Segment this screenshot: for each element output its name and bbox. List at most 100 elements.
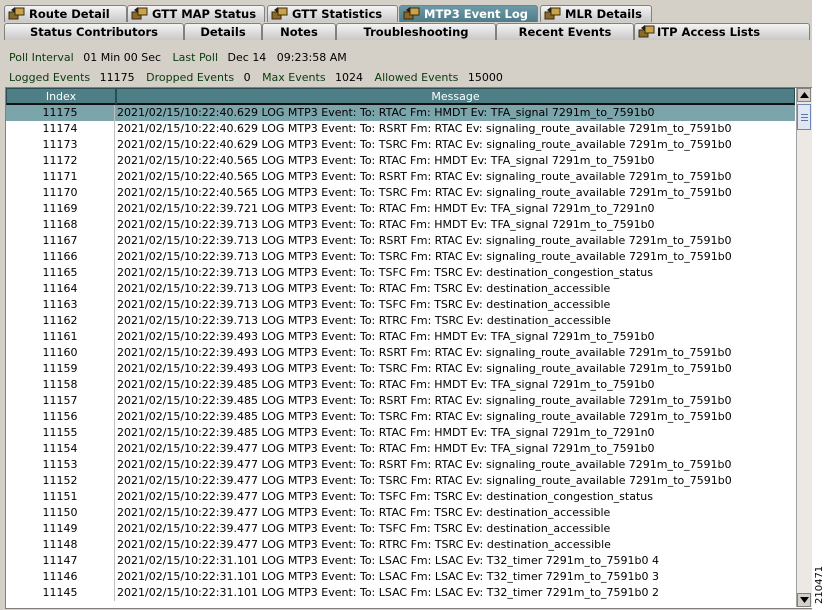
tab-label: ITP Access Lists (657, 25, 761, 39)
message-cell: 2021/02/15/10:22:31.101 LOG MTP3 Event: … (117, 570, 660, 583)
index-cell: 11167 (6, 233, 115, 249)
table-row[interactable]: 11175 2021/02/15/10:22:40.629 LOG MTP3 Ev… (6, 105, 795, 121)
tab-label: Recent Events (518, 25, 612, 39)
logged-events-value: 11175 (99, 71, 135, 84)
tab-label: GTT MAP Status (152, 7, 257, 21)
scroll-thumb[interactable] (797, 104, 811, 130)
index-cell: 11159 (6, 361, 115, 377)
tab-mlr-details[interactable]: MLR Details (540, 5, 652, 22)
table-row[interactable]: 11162 2021/02/15/10:22:39.713 LOG MTP3 Ev… (6, 313, 795, 329)
table-row[interactable]: 11163 2021/02/15/10:22:39.713 LOG MTP3 Ev… (6, 297, 795, 313)
tab-label: GTT Statistics (292, 7, 383, 21)
index-cell: 11151 (6, 489, 115, 505)
tab-row-secondary: Status Contributors Details Notes Troublesh… (0, 23, 812, 40)
table-row[interactable]: 11161 2021/02/15/10:22:39.493 LOG MTP3 Ev… (6, 329, 795, 345)
tab-route-detail[interactable]: Route Detail (4, 5, 127, 22)
table-row[interactable]: 11169 2021/02/15/10:22:39.721 LOG MTP3 Ev… (6, 201, 795, 217)
message-cell: 2021/02/15/10:22:39.477 LOG MTP3 Event: … (117, 458, 732, 471)
message-cell: 2021/02/15/10:22:40.565 LOG MTP3 Event: … (117, 186, 732, 199)
index-cell: 11160 (6, 345, 115, 361)
table-row[interactable]: 11149 2021/02/15/10:22:39.477 LOG MTP3 Ev… (6, 521, 795, 537)
tab-mtp3-event-log[interactable]: MTP3 Event Log (399, 5, 538, 22)
message-cell: 2021/02/15/10:22:39.493 LOG MTP3 Event: … (117, 330, 655, 343)
tab-gtt-statistics[interactable]: GTT Statistics (267, 5, 398, 22)
table-row[interactable]: 11165 2021/02/15/10:22:39.713 LOG MTP3 Ev… (6, 265, 795, 281)
table-row[interactable]: 11171 2021/02/15/10:22:40.565 LOG MTP3 Ev… (6, 169, 795, 185)
table-row[interactable]: 11154 2021/02/15/10:22:39.477 LOG MTP3 Ev… (6, 441, 795, 457)
tab-itp-access-lists[interactable]: ITP Access Lists (634, 23, 810, 40)
tab-label: MTP3 Event Log (424, 7, 529, 21)
message-cell: 2021/02/15/10:22:40.565 LOG MTP3 Event: … (117, 154, 655, 167)
message-cell: 2021/02/15/10:22:40.629 LOG MTP3 Event: … (117, 138, 732, 151)
table-row[interactable]: 11145 2021/02/15/10:22:31.101 LOG MTP3 Ev… (6, 585, 795, 601)
mtp3-event-log-window: Route Detail GTT MAP Status GTT Statistics… (0, 0, 812, 610)
arrow-up-icon (800, 92, 809, 98)
figure-id: 210471 (814, 565, 825, 604)
message-cell: 2021/02/15/10:22:40.629 LOG MTP3 Event: … (117, 122, 732, 135)
table-row[interactable]: 11155 2021/02/15/10:22:39.485 LOG MTP3 Ev… (6, 425, 795, 441)
message-cell: 2021/02/15/10:22:39.477 LOG MTP3 Event: … (117, 442, 655, 455)
vertical-scrollbar[interactable] (796, 88, 812, 607)
table-row[interactable]: 11173 2021/02/15/10:22:40.629 LOG MTP3 Ev… (6, 137, 795, 153)
index-cell: 11150 (6, 505, 115, 521)
message-cell: 2021/02/15/10:22:39.713 LOG MTP3 Event: … (117, 250, 732, 263)
table-row[interactable]: 11146 2021/02/15/10:22:31.101 LOG MTP3 Ev… (6, 569, 795, 585)
index-cell: 11163 (6, 297, 115, 313)
index-cell: 11166 (6, 249, 115, 265)
table-row[interactable]: 11167 2021/02/15/10:22:39.713 LOG MTP3 Ev… (6, 233, 795, 249)
table-row[interactable]: 11170 2021/02/15/10:22:40.565 LOG MTP3 Ev… (6, 185, 795, 201)
poll-info: Poll Interval 01 Min 00 Sec Last Poll De… (9, 51, 355, 64)
message-cell: 2021/02/15/10:22:39.493 LOG MTP3 Event: … (117, 346, 732, 359)
message-cell: 2021/02/15/10:22:39.477 LOG MTP3 Event: … (117, 522, 611, 535)
transfer-icon (271, 6, 288, 21)
table-row[interactable]: 11156 2021/02/15/10:22:39.485 LOG MTP3 Ev… (6, 409, 795, 425)
column-header-message[interactable]: Message (116, 88, 795, 105)
table-row[interactable]: 11151 2021/02/15/10:22:39.477 LOG MTP3 Ev… (6, 489, 795, 505)
table-row[interactable]: 11153 2021/02/15/10:22:39.477 LOG MTP3 Ev… (6, 457, 795, 473)
table-row[interactable]: 11168 2021/02/15/10:22:39.713 LOG MTP3 Ev… (6, 217, 795, 233)
table-row[interactable]: 11152 2021/02/15/10:22:39.477 LOG MTP3 Ev… (6, 473, 795, 489)
table-row[interactable]: 11157 2021/02/15/10:22:39.485 LOG MTP3 Ev… (6, 393, 795, 409)
tab-recent-events[interactable]: Recent Events (496, 23, 634, 40)
table-row[interactable]: 11172 2021/02/15/10:22:40.565 LOG MTP3 Ev… (6, 153, 795, 169)
index-cell: 11172 (6, 153, 115, 169)
column-header-index[interactable]: Index (6, 88, 116, 105)
tab-notes[interactable]: Notes (262, 23, 336, 40)
index-cell: 11175 (6, 105, 115, 121)
allowed-events-value: 15000 (467, 71, 503, 84)
allowed-events-label: Allowed Events (374, 71, 459, 84)
message-cell: 2021/02/15/10:22:39.713 LOG MTP3 Event: … (117, 234, 732, 247)
table-row[interactable]: 11174 2021/02/15/10:22:40.629 LOG MTP3 Ev… (6, 121, 795, 137)
index-cell: 11168 (6, 217, 115, 233)
poll-interval-value: 01 Min 00 Sec (83, 51, 162, 64)
tab-troubleshooting[interactable]: Troubleshooting (336, 23, 496, 40)
table-row[interactable]: 11147 2021/02/15/10:22:31.101 LOG MTP3 Ev… (6, 553, 795, 569)
event-stats: Logged Events 11175 Dropped Events 0 Max… (9, 71, 511, 84)
tab-status-contributors[interactable]: Status Contributors (4, 23, 184, 40)
event-log-table[interactable]: Index Message 11175 2021/02/15/10:22:40.6… (5, 87, 812, 609)
index-cell: 11153 (6, 457, 115, 473)
message-cell: 2021/02/15/10:22:39.713 LOG MTP3 Event: … (117, 266, 653, 279)
table-row[interactable]: 11164 2021/02/15/10:22:39.713 LOG MTP3 Ev… (6, 281, 795, 297)
index-cell: 11145 (6, 585, 115, 601)
last-poll-label: Last Poll (172, 51, 219, 64)
tab-details[interactable]: Details (184, 23, 262, 40)
tab-row-primary: Route Detail GTT MAP Status GTT Statistics… (0, 5, 812, 22)
message-cell: 2021/02/15/10:22:31.101 LOG MTP3 Event: … (117, 586, 660, 599)
poll-interval-label: Poll Interval (9, 51, 74, 64)
scroll-up-button[interactable] (797, 88, 811, 102)
table-row[interactable]: 11158 2021/02/15/10:22:39.485 LOG MTP3 Ev… (6, 377, 795, 393)
table-row[interactable]: 11159 2021/02/15/10:22:39.493 LOG MTP3 Ev… (6, 361, 795, 377)
index-cell: 11148 (6, 537, 115, 553)
scroll-down-button[interactable] (797, 593, 811, 607)
index-cell: 11155 (6, 425, 115, 441)
table-row[interactable]: 11160 2021/02/15/10:22:39.493 LOG MTP3 Ev… (6, 345, 795, 361)
index-cell: 11169 (6, 201, 115, 217)
table-row[interactable]: 11148 2021/02/15/10:22:39.477 LOG MTP3 Ev… (6, 537, 795, 553)
tab-label: Status Contributors (29, 25, 159, 39)
tab-gtt-map-status[interactable]: GTT MAP Status (127, 5, 265, 22)
index-cell: 11158 (6, 377, 115, 393)
table-row[interactable]: 11166 2021/02/15/10:22:39.713 LOG MTP3 Ev… (6, 249, 795, 265)
table-row[interactable]: 11150 2021/02/15/10:22:39.477 LOG MTP3 Ev… (6, 505, 795, 521)
transfer-icon (544, 6, 561, 21)
